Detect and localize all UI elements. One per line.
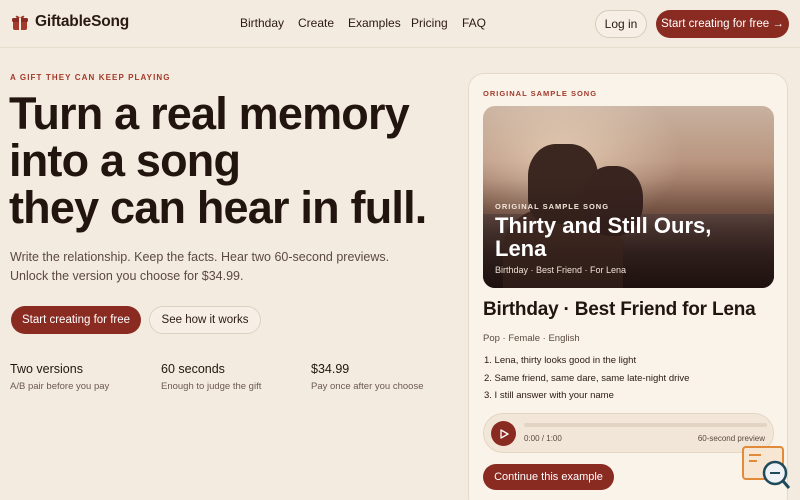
stat-title: 60 seconds	[161, 362, 225, 376]
song-title: Birthday · Best Friend for Lena	[483, 299, 756, 320]
play-icon	[499, 428, 509, 439]
photo-song-title: Thirty and Still Ours, Lena	[495, 213, 712, 261]
progress-track[interactable]	[524, 423, 767, 427]
headline-line-3: they can hear in full.	[9, 182, 427, 233]
lyric-line: 2. Same friend, same dare, same late-nig…	[484, 372, 690, 384]
continue-example-button[interactable]: Continue this example	[483, 464, 614, 490]
headline-line-1: Turn a real memory	[9, 88, 410, 139]
audio-player: 0:00 / 1:00 60-second preview	[483, 413, 774, 453]
hero-eyebrow: A GIFT THEY CAN KEEP PLAYING	[10, 73, 171, 82]
headline-line-2: into a song	[9, 135, 241, 186]
nav-link-pricing[interactable]: Pricing	[411, 16, 448, 30]
nav-link-examples[interactable]: Examples	[348, 16, 401, 30]
photo-eyebrow: ORIGINAL SAMPLE SONG	[495, 202, 610, 211]
nav-link-faq[interactable]: FAQ	[462, 16, 486, 30]
play-button[interactable]	[491, 421, 516, 446]
time-readout: 0:00 / 1:00	[524, 434, 562, 443]
photo-tags: Birthday · Best Friend · For Lena	[495, 265, 627, 275]
lyric-line: 1. Lena, thirty looks good in the light	[484, 355, 637, 366]
hero-headline: Turn a real memory into a song they can …	[9, 90, 459, 231]
song-meta: Pop · Female · English	[483, 333, 580, 344]
stat-description: A/B pair before you pay	[10, 381, 110, 392]
stat-title: Two versions	[10, 362, 83, 376]
top-navbar: GiftableSong Birthday Create Examples Pr…	[0, 0, 800, 48]
brand-name: GiftableSong	[35, 13, 130, 30]
stat-price: $34.99 Pay once after you choose	[311, 362, 424, 392]
cover-photo: ORIGINAL SAMPLE SONG Thirty and Still Ou…	[483, 106, 774, 288]
stat-title: $34.99	[311, 362, 350, 376]
nav-link-birthday[interactable]: Birthday	[240, 16, 284, 30]
login-button[interactable]: Log in	[595, 10, 647, 38]
see-how-it-works-button[interactable]: See how it works	[149, 306, 261, 334]
lyric-line: 3. I still answer with your name	[484, 390, 614, 401]
card-eyebrow: ORIGINAL SAMPLE SONG	[483, 89, 598, 98]
nav-link-create[interactable]: Create	[298, 16, 334, 30]
brand-logo[interactable]: GiftableSong	[11, 13, 129, 31]
stat-two-versions: Two versions A/B pair before you pay	[10, 362, 109, 392]
start-creating-header-button[interactable]: Start creating for free →	[656, 10, 789, 38]
search-preview-icon[interactable]	[741, 445, 791, 491]
stat-sixty-seconds: 60 seconds Enough to judge the gift	[161, 362, 261, 392]
lyrics-list: 1. Lena, thirty looks good in the light …	[484, 355, 689, 408]
preview-label: 60-second preview	[697, 434, 765, 443]
stat-description: Pay once after you choose	[311, 381, 424, 392]
stat-description: Enough to judge the gift	[161, 381, 262, 392]
start-creating-button[interactable]: Start creating for free	[11, 306, 141, 334]
gift-icon	[12, 15, 28, 30]
hero-subtitle: Write the relationship. Keep the facts. …	[10, 250, 390, 283]
